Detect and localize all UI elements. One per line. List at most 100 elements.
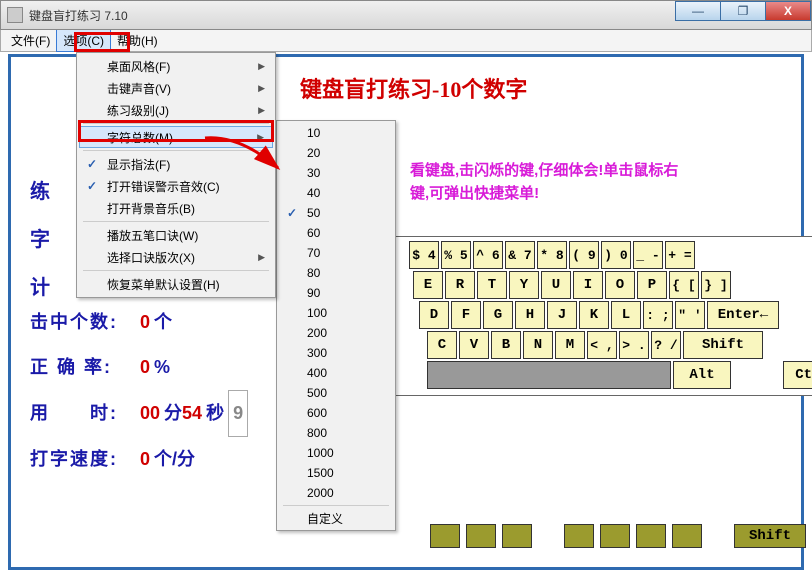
key[interactable]: ( 9 — [569, 241, 599, 269]
key[interactable]: F — [451, 301, 481, 329]
menu-error-sound[interactable]: 打开错误警示音效(C) — [79, 175, 273, 197]
left-labels: 练 字 计 — [30, 168, 50, 312]
key[interactable]: % 5 — [441, 241, 471, 269]
page-title: 键盘盲打练习-10个数字 — [300, 72, 527, 104]
submenu-item-90[interactable]: 90 — [279, 283, 393, 303]
minimize-button[interactable]: — — [675, 1, 721, 21]
key[interactable]: * 8 — [537, 241, 567, 269]
key[interactable]: E — [413, 271, 443, 299]
key[interactable]: O — [605, 271, 635, 299]
key[interactable]: V — [459, 331, 489, 359]
key[interactable]: H — [515, 301, 545, 329]
key[interactable]: } ] — [701, 271, 731, 299]
menu-help[interactable]: 帮助(H) — [111, 30, 164, 51]
key[interactable]: D — [419, 301, 449, 329]
submenu-item-100[interactable]: 100 — [279, 303, 393, 323]
menu-play-wubi[interactable]: 播放五笔口诀(W) — [79, 224, 273, 246]
submenu-item-70[interactable]: 70 — [279, 243, 393, 263]
menu-file[interactable]: 文件(F) — [5, 30, 56, 51]
status-key — [430, 524, 460, 548]
menu-char-total[interactable]: 字符总数(M) — [79, 126, 273, 148]
key[interactable]: L — [611, 301, 641, 329]
submenu-item-200[interactable]: 200 — [279, 323, 393, 343]
key[interactable]: $ 4 — [409, 241, 439, 269]
submenu-item-600[interactable]: 600 — [279, 403, 393, 423]
menu-desktop-style[interactable]: 桌面风格(F) — [79, 55, 273, 77]
window-title: 键盘盲打练习 7.10 — [29, 7, 128, 24]
instructions-text: 看键盘,击闪烁的键,仔细体会!单击鼠标右 键,可弹出快捷菜单! — [410, 160, 678, 205]
stat-time: 用 时: 00 分 54 秒 9 — [30, 390, 248, 437]
key[interactable]: T — [477, 271, 507, 299]
key[interactable]: C — [427, 331, 457, 359]
key[interactable]: I — [573, 271, 603, 299]
status-key — [466, 524, 496, 548]
window-buttons: — ❐ X — [676, 1, 811, 21]
stats-panel: 击中个数: 0 个 正 确 率: 0 % 用 时: 00 分 54 秒 9 打字… — [30, 300, 248, 482]
submenu-item-10[interactable]: 10 — [279, 123, 393, 143]
key[interactable]: " ' — [675, 301, 705, 329]
submenu-item-1500[interactable]: 1500 — [279, 463, 393, 483]
key[interactable]: R — [445, 271, 475, 299]
submenu-item-2000[interactable]: 2000 — [279, 483, 393, 503]
submenu-item-50[interactable]: 50 — [279, 203, 393, 223]
key[interactable]: Alt — [673, 361, 731, 389]
stat-hits: 击中个数: 0 个 — [30, 300, 248, 345]
key[interactable]: G — [483, 301, 513, 329]
submenu-item-60[interactable]: 60 — [279, 223, 393, 243]
status-key — [636, 524, 666, 548]
submenu-item-300[interactable]: 300 — [279, 343, 393, 363]
submenu-item-800[interactable]: 800 — [279, 423, 393, 443]
key[interactable]: B — [491, 331, 521, 359]
key[interactable]: ^ 6 — [473, 241, 503, 269]
menu-keystroke-sound[interactable]: 击键声音(V) — [79, 77, 273, 99]
menu-wubi-version[interactable]: 选择口诀版次(X) — [79, 246, 273, 268]
stat-accuracy: 正 确 率: 0 % — [30, 345, 248, 390]
key[interactable]: K — [579, 301, 609, 329]
char-total-submenu: 1020304050607080901002003004005006008001… — [276, 120, 396, 531]
key[interactable]: < , — [587, 331, 617, 359]
submenu-item-500[interactable]: 500 — [279, 383, 393, 403]
key[interactable] — [427, 361, 671, 389]
menu-restore-defaults[interactable]: 恢复菜单默认设置(H) — [79, 273, 273, 295]
options-menu: 桌面风格(F) 击键声音(V) 练习级别(J) 字符总数(M) 显示指法(F) … — [76, 52, 276, 298]
status-shift-key: Shift — [734, 524, 806, 548]
key[interactable]: ) 0 — [601, 241, 631, 269]
status-key — [672, 524, 702, 548]
key[interactable]: + = — [665, 241, 695, 269]
status-key — [502, 524, 532, 548]
titlebar: 键盘盲打练习 7.10 — ❐ X — [0, 0, 812, 30]
menu-show-fingering[interactable]: 显示指法(F) — [79, 153, 273, 175]
key[interactable]: Enter← — [707, 301, 779, 329]
key[interactable]: P — [637, 271, 667, 299]
maximize-button[interactable]: ❐ — [720, 1, 766, 21]
submenu-item-1000[interactable]: 1000 — [279, 443, 393, 463]
bottom-status-keys: Shift — [430, 524, 806, 548]
close-button[interactable]: X — [765, 1, 811, 21]
submenu-item-40[interactable]: 40 — [279, 183, 393, 203]
key[interactable]: > . — [619, 331, 649, 359]
submenu-item-custom[interactable]: 自定义 — [279, 508, 393, 528]
key[interactable]: Y — [509, 271, 539, 299]
menu-bg-music[interactable]: 打开背景音乐(B) — [79, 197, 273, 219]
key[interactable]: N — [523, 331, 553, 359]
key[interactable]: Shift — [683, 331, 763, 359]
submenu-item-20[interactable]: 20 — [279, 143, 393, 163]
menubar: 文件(F) 选项(C) 帮助(H) — [0, 30, 812, 52]
key[interactable]: Ctrl — [783, 361, 812, 389]
key[interactable]: _ - — [633, 241, 663, 269]
key[interactable]: : ; — [643, 301, 673, 329]
submenu-item-80[interactable]: 80 — [279, 263, 393, 283]
menu-options[interactable]: 选项(C) — [56, 29, 111, 52]
menu-practice-level[interactable]: 练习级别(J) — [79, 99, 273, 121]
stat-speed: 打字速度: 0 个/分 — [30, 437, 248, 482]
key[interactable]: ? / — [651, 331, 681, 359]
key[interactable]: { [ — [669, 271, 699, 299]
key[interactable]: & 7 — [505, 241, 535, 269]
app-icon — [7, 7, 23, 23]
key[interactable]: M — [555, 331, 585, 359]
submenu-item-400[interactable]: 400 — [279, 363, 393, 383]
submenu-item-30[interactable]: 30 — [279, 163, 393, 183]
status-key — [564, 524, 594, 548]
key[interactable]: J — [547, 301, 577, 329]
key[interactable]: U — [541, 271, 571, 299]
